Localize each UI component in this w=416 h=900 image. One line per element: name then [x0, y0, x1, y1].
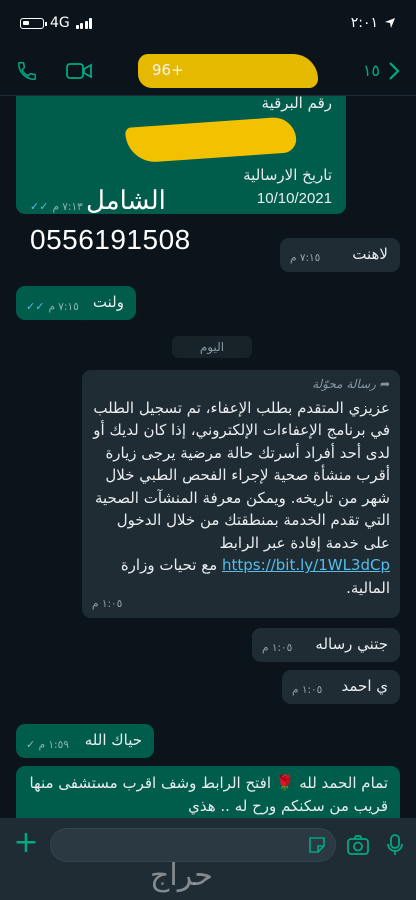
- signal-icon: [75, 17, 93, 29]
- message-bubble-forwarded[interactable]: ➦ رسالة محوّلة عزيزي المتقدم بطلب الإعفاء…: [82, 370, 400, 618]
- message-link[interactable]: https://bit.ly/1WL3dCp: [222, 556, 390, 574]
- message-text: ي احمد: [341, 677, 389, 695]
- message-bubble-outgoing[interactable]: حياك الله ١:٥٩ م ✓: [16, 724, 154, 758]
- chevron-right-icon: [389, 61, 400, 80]
- message-time: ١:٠٥ م: [262, 642, 293, 654]
- forward-icon: ➦: [379, 377, 390, 391]
- camera-icon[interactable]: [346, 834, 370, 856]
- unread-count: ١٥: [362, 61, 380, 80]
- message-text: لاهنت: [352, 245, 388, 263]
- send-date-label: تاريخ الارسالية: [243, 166, 332, 184]
- chat-area[interactable]: رقم البرقية تاريخ الارسالية 10/10/2021 ا…: [0, 96, 416, 818]
- message-bubble-outgoing[interactable]: تمام الحمد لله 🌹 افتح الرابط وشف اقرب مس…: [16, 766, 400, 818]
- message-text: جتني رساله: [315, 635, 388, 653]
- message-text: حياك الله: [84, 731, 142, 749]
- phone-number[interactable]: 0556191508: [30, 224, 191, 256]
- redaction-scribble: [124, 116, 298, 164]
- send-date: 10/10/2021: [256, 190, 332, 207]
- status-left: 4G: [20, 15, 93, 31]
- read-ticks-icon: ✓✓: [30, 200, 53, 213]
- message-bubble-outgoing[interactable]: ولنت ٧:١٥ م✓✓: [16, 286, 136, 320]
- message-bubble-incoming[interactable]: لاهنت ٧:١٥ م: [280, 238, 400, 272]
- message-bubble-incoming[interactable]: ي احمد ١:٠٥ م: [282, 670, 400, 704]
- message-time: ١:٠٥ م: [92, 598, 123, 611]
- clock: ٢:٠١: [350, 15, 378, 31]
- message-time: ٧:١٥ م✓✓: [26, 300, 79, 313]
- contact-partial: 96+: [152, 61, 184, 79]
- card-name: الشامل: [86, 186, 166, 216]
- status-bar: 4G ٢:٠١: [0, 0, 416, 46]
- card-time: ٧:١٣ م✓✓: [30, 200, 83, 213]
- network-label: 4G: [50, 15, 70, 31]
- back-button[interactable]: ١٥: [363, 61, 400, 81]
- message-text: ولنت: [92, 293, 124, 311]
- message-time: ١:٥٩ م ✓: [26, 738, 69, 751]
- chat-header: 96+ ١٥: [0, 46, 416, 96]
- phone-call-icon[interactable]: [16, 60, 38, 82]
- plate-label: رقم البرقية: [261, 96, 332, 112]
- contact-name-redacted[interactable]: 96+: [138, 54, 318, 88]
- message-input[interactable]: [51, 829, 335, 861]
- message-input-field[interactable]: [50, 828, 336, 862]
- status-right: ٢:٠١: [351, 15, 396, 31]
- attach-plus-button[interactable]: +: [12, 828, 40, 858]
- sticker-icon[interactable]: [307, 835, 327, 855]
- sent-tick-icon: ✓: [26, 738, 36, 751]
- message-bubble-incoming[interactable]: جتني رساله ١:٠٥ م: [252, 628, 400, 662]
- message-text: عزيزي المتقدم بطلب الإعفاء، تم تسجيل الط…: [93, 398, 390, 597]
- watermark-logo: حراج: [150, 858, 213, 893]
- date-separator: اليوم: [172, 336, 252, 358]
- compose-right-icons: [346, 828, 404, 862]
- message-time: ٧:١٥ م: [290, 252, 321, 264]
- microphone-icon[interactable]: [386, 833, 404, 857]
- video-call-icon[interactable]: [66, 61, 92, 81]
- message-text: تمام الحمد لله 🌹 افتح الرابط وشف اقرب مس…: [29, 774, 388, 815]
- forwarded-label: ➦ رسالة محوّلة: [312, 377, 390, 391]
- message-time: ١:٠٥ م: [292, 684, 323, 696]
- read-ticks-icon: ✓✓: [26, 300, 49, 313]
- battery-icon: [20, 17, 47, 29]
- location-arrow-icon: [385, 18, 395, 28]
- message-bubble-card[interactable]: رقم البرقية تاريخ الارسالية 10/10/2021: [16, 96, 346, 214]
